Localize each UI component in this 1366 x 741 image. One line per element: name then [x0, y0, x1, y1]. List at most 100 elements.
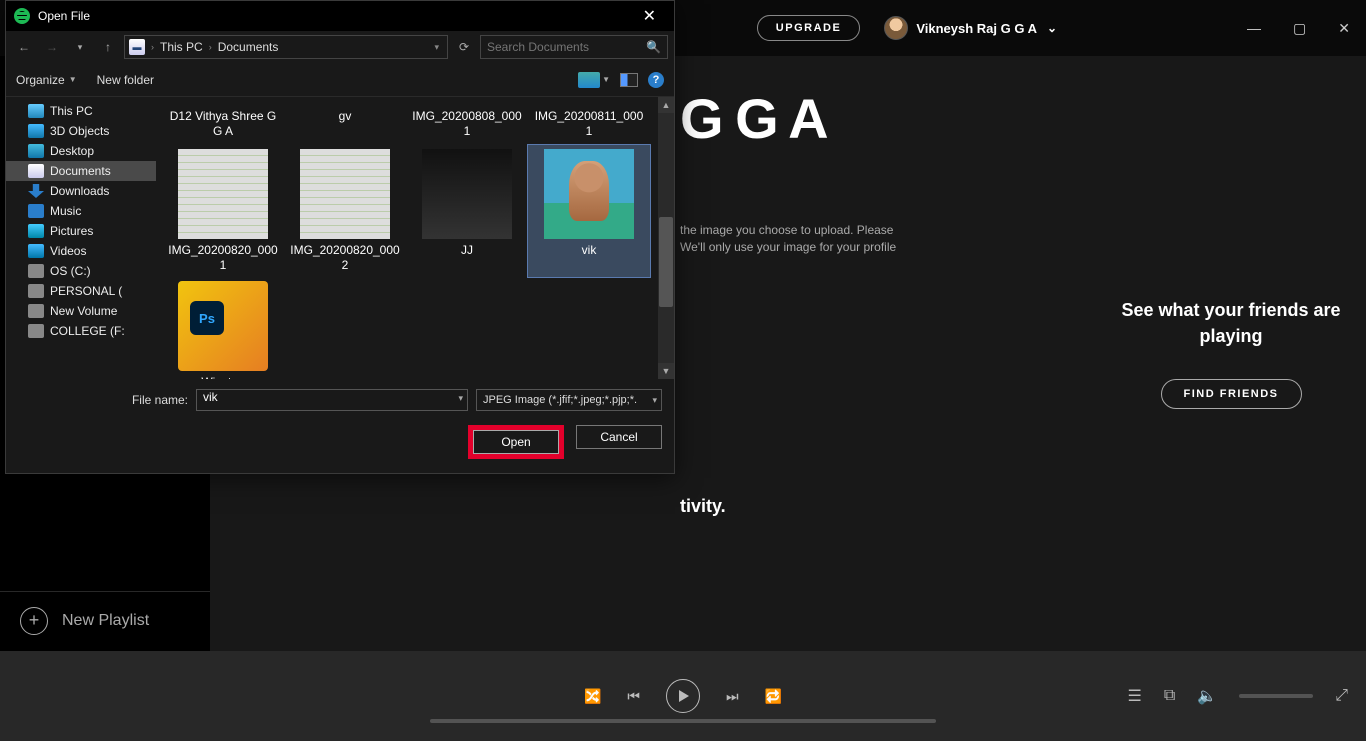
folder-icon	[28, 284, 44, 298]
tree-item-label: Videos	[50, 244, 86, 258]
file-item[interactable]: IMG_20200820_0002	[284, 145, 406, 277]
cancel-button[interactable]: Cancel	[576, 425, 662, 449]
scroll-up-icon[interactable]: ▲	[658, 97, 674, 113]
folder-icon	[28, 184, 44, 198]
new-folder-button[interactable]: New folder	[97, 73, 154, 87]
tree-item-documents[interactable]: Documents	[6, 161, 156, 181]
file-label: IMG_20200820_0002	[290, 243, 400, 273]
tree-item-college-f-[interactable]: COLLEGE (F:	[6, 321, 156, 341]
minimize-button[interactable]: —	[1247, 20, 1261, 37]
shuffle-icon[interactable]: 🔀	[584, 688, 601, 705]
find-friends-button[interactable]: FIND FRIENDS	[1161, 379, 1302, 409]
folder-icon	[28, 164, 44, 178]
folder-icon	[28, 144, 44, 158]
new-playlist-label: New Playlist	[62, 612, 149, 630]
tree-item-os-c-[interactable]: OS (C:)	[6, 261, 156, 281]
file-thumbnail	[178, 149, 268, 239]
file-item[interactable]: Winstep	[162, 277, 284, 379]
caret-down-icon[interactable]: ▾	[458, 393, 463, 404]
search-input[interactable]	[487, 40, 646, 54]
file-name-value: vik	[203, 390, 218, 404]
scroll-thumb[interactable]	[659, 217, 673, 307]
devices-icon[interactable]: ⧉	[1164, 687, 1175, 705]
tree-item-music[interactable]: Music	[6, 201, 156, 221]
file-item[interactable]: IMG_20200820_0001	[162, 145, 284, 277]
view-options-icon[interactable]	[578, 72, 600, 88]
maximize-button[interactable]: ▢	[1293, 20, 1306, 37]
organize-menu[interactable]: Organize ▼	[16, 73, 77, 87]
preview-pane-icon[interactable]	[620, 73, 638, 87]
tree-item-label: Desktop	[50, 144, 94, 158]
tree-item-label: Documents	[50, 164, 111, 178]
search-icon: 🔍	[646, 40, 661, 54]
next-icon[interactable]: ⏭	[726, 688, 739, 705]
window-controls: — ▢ ✕	[1247, 20, 1350, 37]
fullscreen-icon[interactable]: ⤢	[1335, 687, 1348, 705]
file-item[interactable]: vik	[528, 145, 650, 277]
tree-item-label: Music	[50, 204, 81, 218]
play-button[interactable]	[666, 679, 700, 713]
tree-item-pictures[interactable]: Pictures	[6, 221, 156, 241]
file-item[interactable]: JJ	[406, 145, 528, 277]
file-name-input[interactable]: vik ▾	[196, 389, 468, 411]
folder-icon	[28, 204, 44, 218]
tree-item-personal-[interactable]: PERSONAL (	[6, 281, 156, 301]
folder-tree[interactable]: This PC 3D Objects Desktop Documents Downloa…	[6, 97, 156, 379]
volume-slider[interactable]	[1239, 694, 1313, 698]
upload-hint-line2: We'll only use your image for your profi…	[680, 238, 896, 256]
tree-item-new-volume[interactable]: New Volume	[6, 301, 156, 321]
open-button[interactable]: Open	[473, 430, 559, 454]
address-bar[interactable]: ▬ › This PC › Documents ▾	[124, 35, 448, 59]
file-item[interactable]: D12 Vithya Shree G G A	[162, 101, 284, 145]
forward-button[interactable]: →	[40, 35, 64, 59]
caret-down-icon: ▼	[69, 75, 77, 84]
file-name-label: File name:	[18, 393, 188, 407]
folder-icon	[28, 304, 44, 318]
refresh-button[interactable]: ⟳	[452, 35, 476, 59]
folder-icon	[28, 264, 44, 278]
user-menu[interactable]: Vikneysh Raj G G A ⌄	[884, 16, 1057, 40]
folder-icon	[28, 124, 44, 138]
tree-item-label: Downloads	[50, 184, 109, 198]
tree-item-downloads[interactable]: Downloads	[6, 181, 156, 201]
file-item[interactable]: IMG_20200811_0001	[528, 101, 650, 145]
dialog-titlebar: Open File ✕	[6, 1, 674, 31]
tree-item-3d-objects[interactable]: 3D Objects	[6, 121, 156, 141]
chevron-down-icon: ⌄	[1047, 21, 1057, 35]
volume-icon[interactable]: 🔈	[1197, 686, 1217, 706]
previous-icon[interactable]: ⏮	[627, 688, 640, 705]
file-item[interactable]: IMG_20200808_0001	[406, 101, 528, 145]
back-button[interactable]: ←	[12, 35, 36, 59]
file-thumbnail	[300, 149, 390, 239]
breadcrumb-root[interactable]: This PC	[160, 40, 203, 54]
help-icon[interactable]: ?	[648, 72, 664, 88]
tree-item-label: This PC	[50, 104, 93, 118]
dialog-close-button[interactable]: ✕	[633, 6, 666, 26]
queue-icon[interactable]: ☰	[1127, 686, 1141, 706]
spotify-logo-icon	[14, 8, 30, 24]
file-list[interactable]: D12 Vithya Shree G G AgvIMG_20200808_000…	[156, 97, 674, 379]
caret-down-icon[interactable]: ▼	[602, 75, 610, 84]
recent-locations-button[interactable]: ▾	[68, 35, 92, 59]
scrollbar[interactable]: ▲ ▼	[658, 97, 674, 379]
repeat-icon[interactable]: 🔁	[765, 688, 782, 705]
folder-icon	[28, 224, 44, 238]
breadcrumb-folder[interactable]: Documents	[218, 40, 279, 54]
close-button[interactable]: ✕	[1338, 20, 1350, 37]
address-dropdown-icon[interactable]: ▾	[430, 42, 443, 53]
upgrade-button[interactable]: UPGRADE	[757, 15, 861, 41]
tree-item-label: 3D Objects	[50, 124, 109, 138]
page-title-fragment: G G A	[680, 86, 827, 151]
file-label: JJ	[461, 243, 473, 258]
new-playlist-button[interactable]: + New Playlist	[0, 591, 210, 649]
file-type-filter[interactable]: JPEG Image (*.jfif;*.jpeg;*.pjp;*. ▾	[476, 389, 662, 411]
tree-item-videos[interactable]: Videos	[6, 241, 156, 261]
up-button[interactable]: ↑	[96, 35, 120, 59]
scroll-down-icon[interactable]: ▼	[658, 363, 674, 379]
progress-bar[interactable]	[430, 719, 936, 723]
tree-item-this-pc[interactable]: This PC	[6, 101, 156, 121]
file-item[interactable]: gv	[284, 101, 406, 145]
tree-item-desktop[interactable]: Desktop	[6, 141, 156, 161]
search-box[interactable]: 🔍	[480, 35, 668, 59]
organize-label: Organize	[16, 73, 65, 87]
